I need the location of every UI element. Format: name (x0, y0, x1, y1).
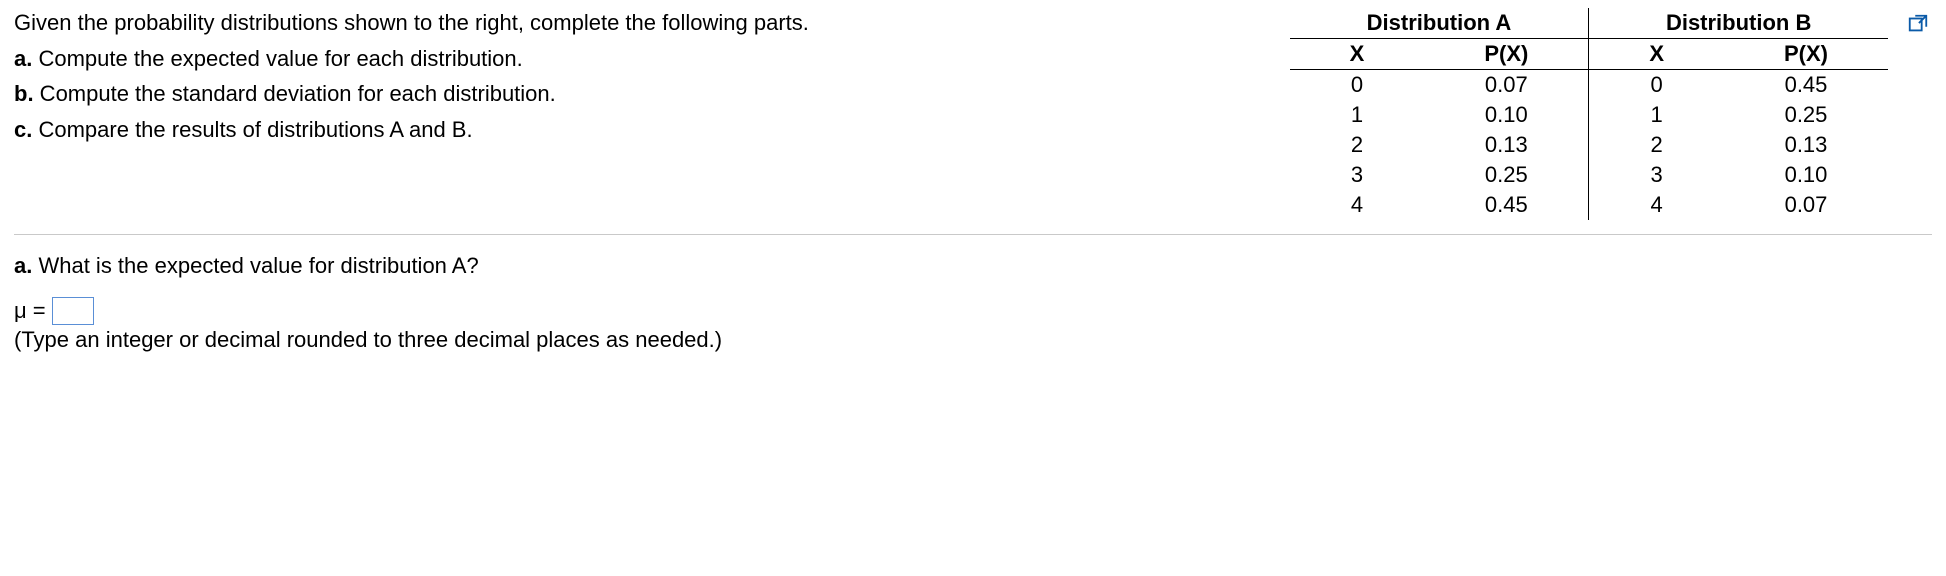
cell-b-px: 0.25 (1724, 100, 1888, 130)
cell-a-x: 3 (1290, 160, 1425, 190)
distribution-tables: Distribution A Distribution B X P(X) X P… (1290, 8, 1932, 220)
dist-a-title: Distribution A (1290, 8, 1589, 39)
table-row: 1 0.10 1 0.25 (1290, 100, 1888, 130)
question-block: a. What is the expected value for distri… (14, 253, 1932, 353)
intro-text: Given the probability distributions show… (14, 8, 1250, 38)
col-a-px: P(X) (1424, 39, 1589, 70)
cell-b-px: 0.10 (1724, 160, 1888, 190)
part-c: c. Compare the results of distributions … (14, 115, 1250, 145)
cell-b-x: 0 (1589, 70, 1724, 101)
mu-label: μ = (14, 298, 46, 324)
part-a-text: Compute the expected value for each dist… (32, 46, 522, 71)
cell-b-x: 2 (1589, 130, 1724, 160)
popout-button[interactable] (1904, 10, 1932, 38)
cell-a-px: 0.10 (1424, 100, 1589, 130)
col-b-x: X (1589, 39, 1724, 70)
part-b-text: Compute the standard deviation for each … (34, 81, 556, 106)
cell-a-x: 4 (1290, 190, 1425, 220)
cell-b-px: 0.07 (1724, 190, 1888, 220)
part-b-label: b. (14, 81, 34, 106)
popout-icon (1907, 13, 1929, 35)
table-row: 4 0.45 4 0.07 (1290, 190, 1888, 220)
table-row: 2 0.13 2 0.13 (1290, 130, 1888, 160)
cell-b-px: 0.13 (1724, 130, 1888, 160)
cell-a-x: 0 (1290, 70, 1425, 101)
divider (14, 234, 1932, 235)
cell-b-x: 3 (1589, 160, 1724, 190)
cell-a-px: 0.13 (1424, 130, 1589, 160)
cell-a-px: 0.25 (1424, 160, 1589, 190)
dist-b-title: Distribution B (1589, 8, 1888, 39)
part-c-label: c. (14, 117, 32, 142)
cell-b-px: 0.45 (1724, 70, 1888, 101)
cell-a-x: 1 (1290, 100, 1425, 130)
question-a-text: What is the expected value for distribut… (32, 253, 478, 278)
part-c-text: Compare the results of distributions A a… (32, 117, 472, 142)
part-a-label: a. (14, 46, 32, 71)
cell-b-x: 1 (1589, 100, 1724, 130)
question-a-label: a. (14, 253, 32, 278)
question-a: a. What is the expected value for distri… (14, 253, 1932, 279)
problem-page: Given the probability distributions show… (0, 0, 1946, 393)
col-b-px: P(X) (1724, 39, 1888, 70)
answer-hint: (Type an integer or decimal rounded to t… (14, 327, 1932, 353)
mu-input[interactable] (52, 297, 94, 325)
distribution-table: Distribution A Distribution B X P(X) X P… (1290, 8, 1888, 220)
cell-b-x: 4 (1589, 190, 1724, 220)
col-a-x: X (1290, 39, 1425, 70)
top-row: Given the probability distributions show… (14, 8, 1932, 220)
cell-a-x: 2 (1290, 130, 1425, 160)
table-row: 3 0.25 3 0.10 (1290, 160, 1888, 190)
part-a: a. Compute the expected value for each d… (14, 44, 1250, 74)
cell-a-px: 0.45 (1424, 190, 1589, 220)
answer-line: μ = (14, 297, 1932, 325)
problem-text: Given the probability distributions show… (14, 8, 1290, 151)
cell-a-px: 0.07 (1424, 70, 1589, 101)
part-b: b. Compute the standard deviation for ea… (14, 79, 1250, 109)
table-row: 0 0.07 0 0.45 (1290, 70, 1888, 101)
